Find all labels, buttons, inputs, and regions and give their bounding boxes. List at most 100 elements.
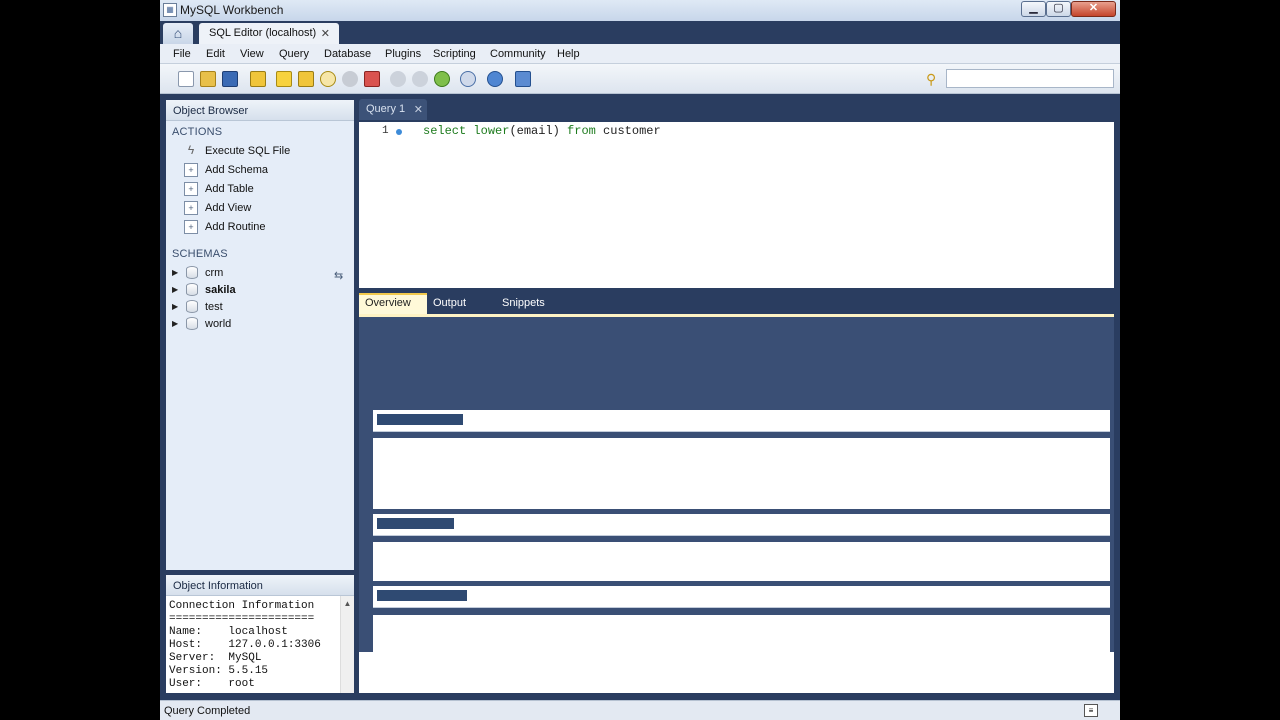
overview-section-header[interactable] — [373, 514, 1110, 536]
close-tab-icon[interactable]: ✕ — [321, 27, 330, 40]
object-browser-panel: Object Browser ACTIONS ϟ Execute SQL Fil… — [166, 100, 354, 570]
object-information-body: Connection Information =================… — [166, 596, 354, 693]
info-scrollbar[interactable]: ▲ — [340, 596, 354, 693]
action-add-routine[interactable]: + Add Routine — [184, 220, 344, 238]
sql-argument: (email) — [509, 124, 568, 138]
sql-editor[interactable]: 1 select lower(email) from customer — [359, 122, 1114, 288]
database-icon — [186, 317, 198, 330]
close-query-tab-icon[interactable]: ✕ — [414, 103, 423, 116]
minimize-button[interactable]: ▁ — [1021, 1, 1046, 17]
schema-item-crm[interactable]: ▶ crm — [172, 266, 342, 283]
line-number: 1 — [382, 125, 389, 137]
search-input[interactable] — [946, 69, 1114, 88]
action-add-table[interactable]: + Add Table — [184, 182, 344, 200]
object-browser-body: ACTIONS ϟ Execute SQL File + Add Schema … — [166, 121, 354, 570]
app-icon: ▦ — [163, 3, 177, 17]
tab-overview[interactable]: Overview — [359, 293, 427, 314]
query-settings-icon[interactable] — [460, 71, 476, 87]
query-tab-bar: Query 1 ✕ — [359, 99, 1114, 120]
menu-edit[interactable]: Edit — [206, 48, 225, 60]
add-view-icon: + — [184, 201, 198, 215]
status-text: Query Completed — [164, 705, 251, 717]
stop-icon[interactable] — [342, 71, 358, 87]
info-line: Name: localhost — [169, 626, 288, 638]
schema-item-test[interactable]: ▶ test — [172, 300, 342, 317]
sql-text[interactable]: select lower(email) from customer — [423, 124, 661, 138]
overview-panel — [359, 317, 1114, 693]
menu-plugins[interactable]: Plugins — [385, 48, 421, 60]
info-line: Version: 5.5.15 — [169, 665, 269, 677]
sql-keyword: from — [567, 124, 596, 138]
object-information-panel: Object Information Connection Informatio… — [166, 575, 354, 693]
results-tab-bar: Overview Output Snippets — [359, 292, 1114, 314]
overview-section-header[interactable] — [373, 586, 1110, 608]
action-add-schema[interactable]: + Add Schema — [184, 163, 344, 181]
open-sql-file-icon[interactable] — [200, 71, 216, 87]
close-window-button[interactable]: ✕ — [1071, 1, 1116, 17]
sql-function: lower — [473, 124, 510, 138]
search-icon[interactable]: ⚲ — [926, 71, 942, 87]
workbench-window: ▦ MySQL Workbench ▁ ▢ ✕ ⌂ SQL Editor (lo… — [160, 0, 1120, 720]
home-tab[interactable]: ⌂ — [163, 23, 193, 44]
lightning-icon: ϟ — [187, 143, 195, 157]
maximize-button[interactable]: ▢ — [1046, 1, 1071, 17]
tab-snippets[interactable]: Snippets — [496, 293, 551, 314]
add-routine-icon: + — [184, 220, 198, 234]
overview-section-body — [373, 542, 1110, 581]
explain-query-icon[interactable] — [320, 71, 336, 87]
menu-scripting[interactable]: Scripting — [433, 48, 476, 60]
database-icon — [186, 283, 198, 296]
info-line: Connection Information — [169, 600, 315, 612]
overview-section-body — [373, 615, 1110, 652]
menu-query[interactable]: Query — [279, 48, 309, 60]
output-toggle-icon[interactable]: ≡ — [1084, 704, 1098, 717]
section-title-bar — [377, 518, 454, 529]
menu-database[interactable]: Database — [324, 48, 371, 60]
menu-help[interactable]: Help — [557, 48, 580, 60]
expand-icon[interactable]: ▶ — [172, 302, 178, 311]
schemas-heading: SCHEMAS — [172, 248, 228, 260]
results-footer — [359, 652, 1114, 693]
execute-icon[interactable] — [276, 71, 292, 87]
reconnect-icon[interactable] — [434, 71, 450, 87]
info-line: Server: MySQL — [169, 652, 262, 664]
tab-query-1[interactable]: Query 1 ✕ — [359, 99, 427, 120]
main-tab-bar: ⌂ SQL Editor (localhost) ✕ — [160, 21, 1120, 44]
overview-section-body — [373, 438, 1110, 509]
add-schema-icon: + — [184, 163, 198, 177]
expand-icon[interactable]: ▶ — [172, 319, 178, 328]
tab-sql-editor[interactable]: SQL Editor (localhost) ✕ — [199, 23, 339, 44]
scroll-up-icon[interactable]: ▲ — [344, 599, 352, 608]
commit-icon[interactable] — [390, 71, 406, 87]
section-title-bar — [377, 590, 467, 601]
explain-icon[interactable] — [250, 71, 266, 87]
database-icon — [186, 300, 198, 313]
schema-item-world[interactable]: ▶ world — [172, 317, 342, 334]
tab-label: SQL Editor (localhost) — [209, 27, 317, 39]
menu-community[interactable]: Community — [490, 48, 546, 60]
new-sql-file-icon[interactable] — [178, 71, 194, 87]
toggle-panel-icon[interactable] — [515, 71, 531, 87]
save-icon[interactable] — [222, 71, 238, 87]
tab-output[interactable]: Output — [427, 293, 472, 314]
statement-marker-icon — [396, 129, 402, 135]
autocommit-icon[interactable] — [364, 71, 380, 87]
rollback-icon[interactable] — [412, 71, 428, 87]
object-information-header: Object Information — [166, 575, 354, 596]
execute-current-icon[interactable] — [298, 71, 314, 87]
menu-file[interactable]: File — [173, 48, 191, 60]
section-title-bar — [377, 414, 463, 425]
refresh-icon[interactable] — [487, 71, 503, 87]
expand-icon[interactable]: ▶ — [172, 268, 178, 277]
add-table-icon: + — [184, 182, 198, 196]
status-bar: Query Completed ≡ — [160, 700, 1120, 720]
query-tab-label: Query 1 — [366, 103, 406, 115]
action-add-view[interactable]: + Add View — [184, 201, 344, 219]
action-execute-sql-file[interactable]: ϟ Execute SQL File — [184, 144, 344, 162]
overview-section-header[interactable] — [373, 410, 1110, 432]
info-line: Host: 127.0.0.1:3306 — [169, 639, 321, 651]
home-icon: ⌂ — [173, 25, 183, 41]
expand-icon[interactable]: ▶ — [172, 285, 178, 294]
menu-view[interactable]: View — [240, 48, 264, 60]
schema-item-sakila[interactable]: ▶ sakila — [172, 283, 342, 300]
